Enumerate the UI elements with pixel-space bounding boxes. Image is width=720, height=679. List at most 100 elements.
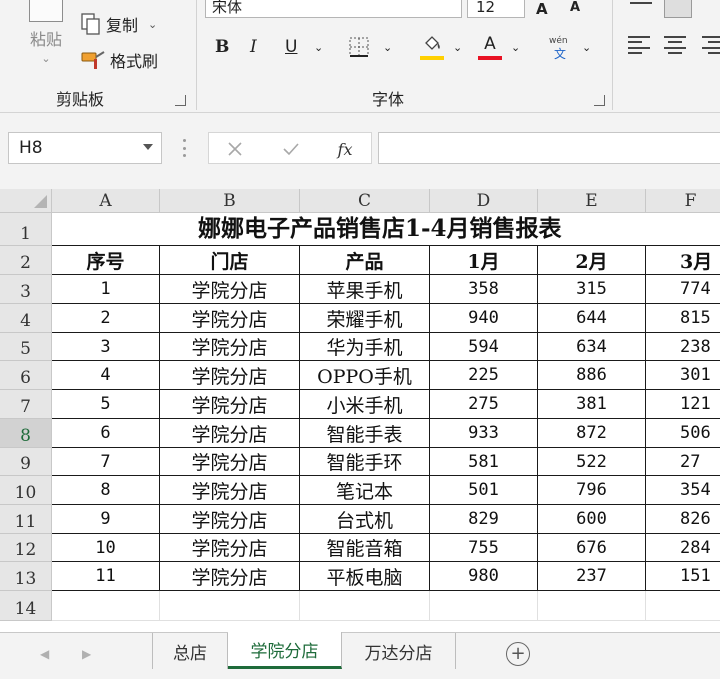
data-cell[interactable]: 学院分店 [160,419,300,448]
italic-button[interactable]: I [250,34,257,60]
column-header-d[interactable]: D [430,189,538,213]
empty-cell[interactable] [646,591,720,621]
data-cell[interactable]: 522 [538,448,646,476]
header-cell[interactable]: 1月 [430,246,538,275]
name-box-dropdown-icon[interactable] [143,144,153,150]
borders-button[interactable] [348,34,372,60]
font-size-box[interactable]: 12 [467,0,525,18]
data-cell[interactable]: 学院分店 [160,476,300,505]
data-cell[interactable]: 学院分店 [160,275,300,304]
sheet-tab-wanda-branch[interactable]: 万达分店 [342,633,456,669]
data-cell[interactable]: 学院分店 [160,562,300,591]
row-header-7[interactable]: 7 [0,390,52,419]
data-cell[interactable]: 676 [538,534,646,562]
sheet-tab-college-branch[interactable]: 学院分店 [228,632,342,669]
data-cell[interactable]: 4 [52,361,160,390]
column-header-b[interactable]: B [160,189,300,213]
select-all-corner[interactable] [0,189,52,213]
font-dialog-launcher-icon[interactable] [594,95,605,106]
copy-dropdown-icon[interactable]: ⌄ [148,18,157,31]
bold-button[interactable]: B [215,34,229,60]
data-cell[interactable]: 平板电脑 [300,562,430,591]
insert-function-icon[interactable]: fx [333,137,357,161]
row-header-3[interactable]: 3 [0,275,52,304]
header-cell[interactable]: 门店 [160,246,300,275]
paste-dropdown-icon[interactable]: ⌄ [18,52,74,65]
data-cell[interactable]: 苹果手机 [300,275,430,304]
data-cell[interactable]: 980 [430,562,538,591]
data-cell[interactable]: 826 [646,505,720,534]
column-header-e[interactable]: E [538,189,646,213]
data-cell[interactable]: 学院分店 [160,534,300,562]
worksheet-grid[interactable]: 娜娜电子产品销售店1-4月销售报表 A B C D E F 1 2 3 4 5 6 7 8 9 10 11 12 1… [0,189,720,632]
borders-dropdown-icon[interactable]: ⌄ [383,34,392,60]
align-left-button[interactable] [628,36,650,54]
data-cell[interactable]: 9 [52,505,160,534]
data-cell[interactable]: 284 [646,534,720,562]
row-header-8[interactable]: 8 [0,419,52,448]
data-cell[interactable]: 5 [52,390,160,419]
data-cell[interactable]: 学院分店 [160,448,300,476]
data-cell[interactable]: 7 [52,448,160,476]
formula-bar-grip-icon[interactable] [182,139,186,157]
data-cell[interactable]: 829 [430,505,538,534]
empty-cell[interactable] [430,591,538,621]
data-cell[interactable]: 学院分店 [160,304,300,333]
copy-button[interactable]: 复制 ⌄ [80,12,157,36]
data-cell[interactable]: 学院分店 [160,333,300,361]
phonetic-guide-button[interactable]: wén 文 [548,34,576,61]
report-title-cell[interactable]: 娜娜电子产品销售店1-4月销售报表 [52,213,720,246]
row-header-13[interactable]: 13 [0,562,52,591]
align-center-button[interactable] [664,36,686,54]
data-cell[interactable]: 151 [646,562,720,591]
format-painter-button[interactable]: 格式刷 [80,48,158,72]
column-header-f[interactable]: F [646,189,720,213]
data-cell[interactable]: 小米手机 [300,390,430,419]
data-cell[interactable]: 学院分店 [160,505,300,534]
middle-align-button[interactable] [664,0,692,18]
column-header-a[interactable]: A [52,189,160,213]
data-cell[interactable]: 学院分店 [160,361,300,390]
phonetic-dropdown-icon[interactable]: ⌄ [582,34,591,60]
row-header-1[interactable]: 1 [0,213,52,246]
data-cell[interactable]: 940 [430,304,538,333]
data-cell[interactable]: OPPO手机 [300,361,430,390]
data-cell[interactable]: 644 [538,304,646,333]
prev-sheet-icon[interactable]: ◀ [40,647,49,661]
data-cell[interactable]: 358 [430,275,538,304]
data-cell[interactable]: 智能音箱 [300,534,430,562]
data-cell[interactable]: 381 [538,390,646,419]
data-cell[interactable]: 2 [52,304,160,333]
data-cell[interactable]: 智能手表 [300,419,430,448]
empty-cell[interactable] [538,591,646,621]
data-cell[interactable]: 237 [538,562,646,591]
data-cell[interactable]: 3 [52,333,160,361]
row-header-12[interactable]: 12 [0,534,52,562]
name-box[interactable]: H8 [8,132,162,164]
fill-color-dropdown-icon[interactable]: ⌄ [453,34,462,60]
enter-check-icon[interactable] [279,137,303,161]
data-cell[interactable]: 10 [52,534,160,562]
data-cell[interactable]: 27 [646,448,720,476]
data-cell[interactable]: 933 [430,419,538,448]
row-header-2[interactable]: 2 [0,246,52,275]
header-cell[interactable]: 序号 [52,246,160,275]
data-cell[interactable]: 台式机 [300,505,430,534]
empty-cell[interactable] [300,591,430,621]
empty-cell[interactable] [160,591,300,621]
row-header-6[interactable]: 6 [0,361,52,390]
data-cell[interactable]: 笔记本 [300,476,430,505]
row-header-10[interactable]: 10 [0,476,52,505]
font-color-button[interactable]: A [478,34,502,60]
data-cell[interactable]: 600 [538,505,646,534]
data-cell[interactable]: 121 [646,390,720,419]
font-name-box[interactable]: 宋体 [205,0,462,18]
data-cell[interactable]: 815 [646,304,720,333]
column-header-c[interactable]: C [300,189,430,213]
sheet-tab-main-store[interactable]: 总店 [152,633,228,669]
data-cell[interactable]: 238 [646,333,720,361]
data-cell[interactable]: 学院分店 [160,390,300,419]
data-cell[interactable]: 594 [430,333,538,361]
data-cell[interactable]: 11 [52,562,160,591]
align-right-button[interactable] [700,36,720,54]
